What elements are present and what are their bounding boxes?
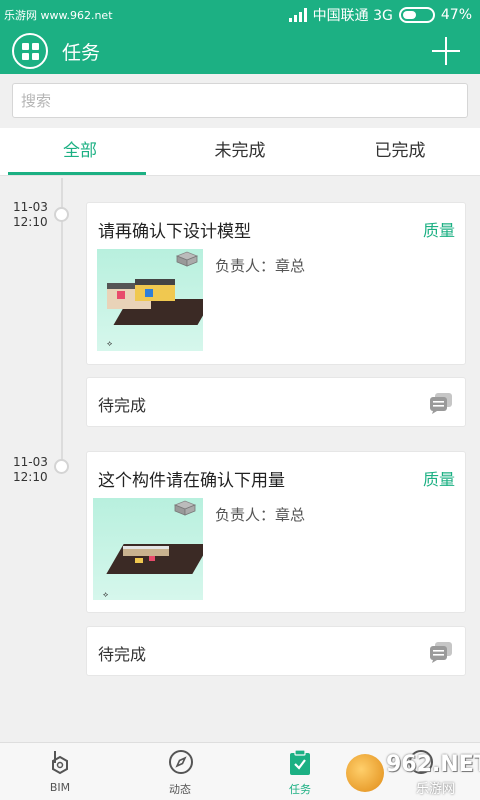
carrier-label: 中国联通 3G [312,8,393,24]
tab-incomplete[interactable]: 未完成 [160,128,320,175]
task-title: 请再确认下设计模型 [98,222,251,242]
task-status-card[interactable]: 待完成 [86,377,466,427]
task-card[interactable]: 这个构件请在确认下用量 质量 ⟡ 负责人：章总 [86,451,466,613]
watermark-sub: 乐游网 [416,782,456,797]
cube-icon [173,500,197,516]
filter-tabs: 全部 未完成 已完成 [0,128,480,176]
task-assignee: 负责人：章总 [215,506,306,524]
search-input[interactable] [12,83,468,118]
task-clock: 12:10 [13,215,48,229]
task-tag: 质量 [422,221,455,240]
task-card[interactable]: 请再确认下设计模型 质量 ⟡ 负责人：章总 [86,202,466,365]
status-indicators: 中国联通 3G 47% [288,5,472,25]
watermark-badge-icon [346,754,384,792]
nav-activity[interactable]: 动态 [120,743,240,800]
task-status: 待完成 [98,645,147,664]
battery-icon [398,7,435,23]
timeline-dot [54,459,69,474]
bim-icon [52,751,68,775]
task-tag: 质量 [422,470,455,489]
watermark-logo: 962.NET 乐游网 [344,750,480,797]
plus-icon[interactable] [432,37,460,65]
task-date: 11-03 [13,455,48,469]
battery-fill [402,11,416,19]
nav-label: BIM [49,781,71,794]
task-clock: 12:10 [13,470,48,484]
tab-completed[interactable]: 已完成 [320,128,480,175]
cube-icon [175,251,199,267]
search-bar [0,74,480,128]
status-bar: 乐游网 www.962.net 中国联通 3G 47% [0,0,480,28]
page-title: 任务 [62,42,101,64]
compass-icon [169,750,193,774]
nav-bim[interactable]: BIM [0,743,120,800]
nav-tasks[interactable]: 任务 [240,743,360,800]
nav-label: 动态 [169,783,191,796]
task-time: 11-03 12:10 [13,455,48,485]
comment-icon[interactable] [429,641,453,663]
tab-all[interactable]: 全部 [0,128,160,175]
task-status-card[interactable]: 待完成 [86,626,466,676]
app-header: 任务 [0,28,480,74]
battery-percent: 47% [440,7,472,23]
comment-icon[interactable] [429,392,453,414]
task-title: 这个构件请在确认下用量 [98,471,285,491]
nav-label: 任务 [289,783,311,796]
task-assignee: 负责人：章总 [215,257,306,275]
task-date: 11-03 [13,200,48,214]
task-status: 待完成 [98,396,147,415]
status-watermark: 乐游网 www.962.net [4,9,113,22]
watermark-text: 962.NET [386,752,480,777]
clipboard-check-icon [290,749,310,775]
signal-icon [288,8,307,22]
task-time: 11-03 12:10 [13,200,48,230]
grid-icon[interactable] [12,33,48,69]
timeline-dot [54,207,69,222]
